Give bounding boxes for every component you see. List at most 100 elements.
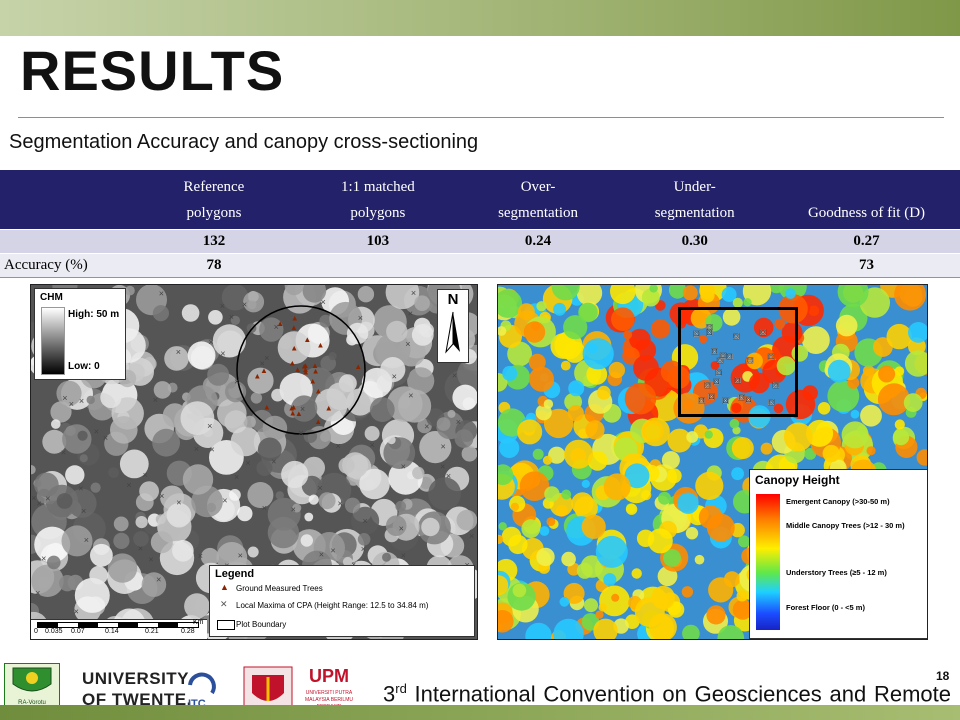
tree-crown xyxy=(428,477,461,510)
tree-crown xyxy=(595,610,604,619)
scale-tick: 0.14 xyxy=(105,628,119,635)
tree-crown xyxy=(529,366,554,392)
page-number: 18 xyxy=(936,669,950,683)
local-maxima-mark: × xyxy=(153,395,158,405)
tree-crown xyxy=(212,324,246,358)
tree-crown xyxy=(452,384,477,411)
local-maxima-mark: × xyxy=(411,288,416,298)
slide-subtitle: Segmentation Accuracy and canopy cross-s… xyxy=(9,131,479,153)
tree-crown xyxy=(916,449,927,466)
tree-crown xyxy=(760,442,773,455)
local-maxima-mark: × xyxy=(424,422,429,432)
canopy-class-label: Forest Floor (0 - <5 m) xyxy=(786,603,865,612)
local-maxima-mark: × xyxy=(222,496,227,506)
tree-crown xyxy=(682,624,700,639)
local-maxima-mark: × xyxy=(37,498,42,508)
tree-crown xyxy=(113,532,130,549)
local-maxima-mark: × xyxy=(81,506,86,516)
local-maxima-mark: × xyxy=(229,312,234,322)
tree-crown xyxy=(785,288,796,299)
canopy-class-label: Understory Trees (≥5 - 12 m) xyxy=(786,568,887,577)
tree-crown xyxy=(894,366,905,376)
local-maxima-mark: × xyxy=(262,503,267,513)
tree-crown xyxy=(542,455,553,465)
tree-crown xyxy=(303,429,318,443)
tree-crown xyxy=(682,285,698,301)
tree-crown xyxy=(267,516,300,549)
tree-crown xyxy=(328,352,337,361)
ground-tree-mark: ▲ xyxy=(314,386,322,395)
tree-crown xyxy=(571,492,594,515)
local-maxima-mark: × xyxy=(291,505,296,515)
local-maxima-mark: × xyxy=(198,551,203,561)
tree-crown xyxy=(125,285,135,296)
table-header-cell: Reference polygons xyxy=(131,170,297,230)
tree-crown xyxy=(894,285,927,311)
table-cell: 78 xyxy=(131,253,297,278)
tree-crown xyxy=(886,323,912,350)
local-maxima-mark: × xyxy=(220,301,225,311)
tree-crown xyxy=(567,405,584,422)
tree-crown xyxy=(634,597,665,627)
local-maxima-mark: × xyxy=(176,347,181,357)
tree-crown xyxy=(860,404,882,427)
tree-crown xyxy=(414,295,430,311)
tree-crown xyxy=(152,305,169,322)
table-header-cell: Goodness of fit (D) xyxy=(773,170,960,230)
local-maxima-mark: × xyxy=(245,458,250,468)
ground-tree-mark: ▲ xyxy=(276,319,284,328)
table-row: 132 103 0.24 0.30 0.27 xyxy=(0,229,960,254)
tree-crown xyxy=(892,429,910,446)
tree-crown xyxy=(208,310,223,325)
tree-crown xyxy=(850,409,860,419)
tree-crown xyxy=(257,437,282,462)
tree-crown xyxy=(510,502,519,511)
tree-crown xyxy=(904,350,927,377)
tree-crown xyxy=(318,492,336,510)
ground-tree-mark: ▲ xyxy=(302,365,310,374)
tree-crown xyxy=(641,417,670,447)
canopy-legend-title: Canopy Height xyxy=(755,473,840,487)
ground-tree-mark: ▲ xyxy=(294,365,302,374)
tree-crown xyxy=(817,402,831,415)
tree-crown xyxy=(461,445,477,462)
legend-item: Local Maxima of CPA (Height Range: 12.5 … xyxy=(236,601,429,610)
table-cell xyxy=(459,253,617,278)
local-maxima-mark: × xyxy=(456,417,461,427)
tree-crown xyxy=(275,491,284,500)
tree-crown xyxy=(517,419,543,445)
tree-crown xyxy=(582,338,614,370)
tree-crown xyxy=(230,426,261,457)
local-maxima-mark: × xyxy=(176,498,181,508)
tree-crown xyxy=(100,386,122,408)
tree-crown xyxy=(827,359,851,383)
local-maxima-mark: × xyxy=(159,289,164,299)
map-legend: Legend ▲ Ground Measured Trees ✕ Local M… xyxy=(209,565,475,637)
tree-crown xyxy=(90,543,113,567)
tree-crown xyxy=(623,330,633,340)
ground-tree-mark: ▲ xyxy=(290,402,298,411)
tree-crown xyxy=(338,457,355,474)
local-maxima-mark: × xyxy=(156,575,161,585)
tree-crown xyxy=(546,517,556,526)
local-maxima-mark: × xyxy=(207,421,212,431)
tree-crown xyxy=(729,418,740,429)
legend-item: Plot Boundary xyxy=(236,620,287,629)
local-maxima-mark: × xyxy=(392,371,397,381)
local-maxima-mark: × xyxy=(399,523,404,533)
tree-crown xyxy=(31,465,36,475)
tree-crown xyxy=(731,437,754,460)
tree-crown xyxy=(677,492,699,514)
canopy-class-label: Emergent Canopy (>30-50 m) xyxy=(786,497,890,506)
tree-crown xyxy=(706,605,726,625)
local-maxima-mark: × xyxy=(234,472,239,482)
table-cell xyxy=(0,229,132,254)
table-header-cell xyxy=(0,170,132,230)
tree-crown xyxy=(382,552,391,562)
legend-item: Ground Measured Trees xyxy=(236,584,323,593)
scale-tick: 0.07 xyxy=(71,628,85,635)
tree-crown xyxy=(539,526,550,536)
tree-crown xyxy=(139,481,159,502)
table-cell: 73 xyxy=(773,253,960,278)
tree-crown xyxy=(841,421,869,449)
